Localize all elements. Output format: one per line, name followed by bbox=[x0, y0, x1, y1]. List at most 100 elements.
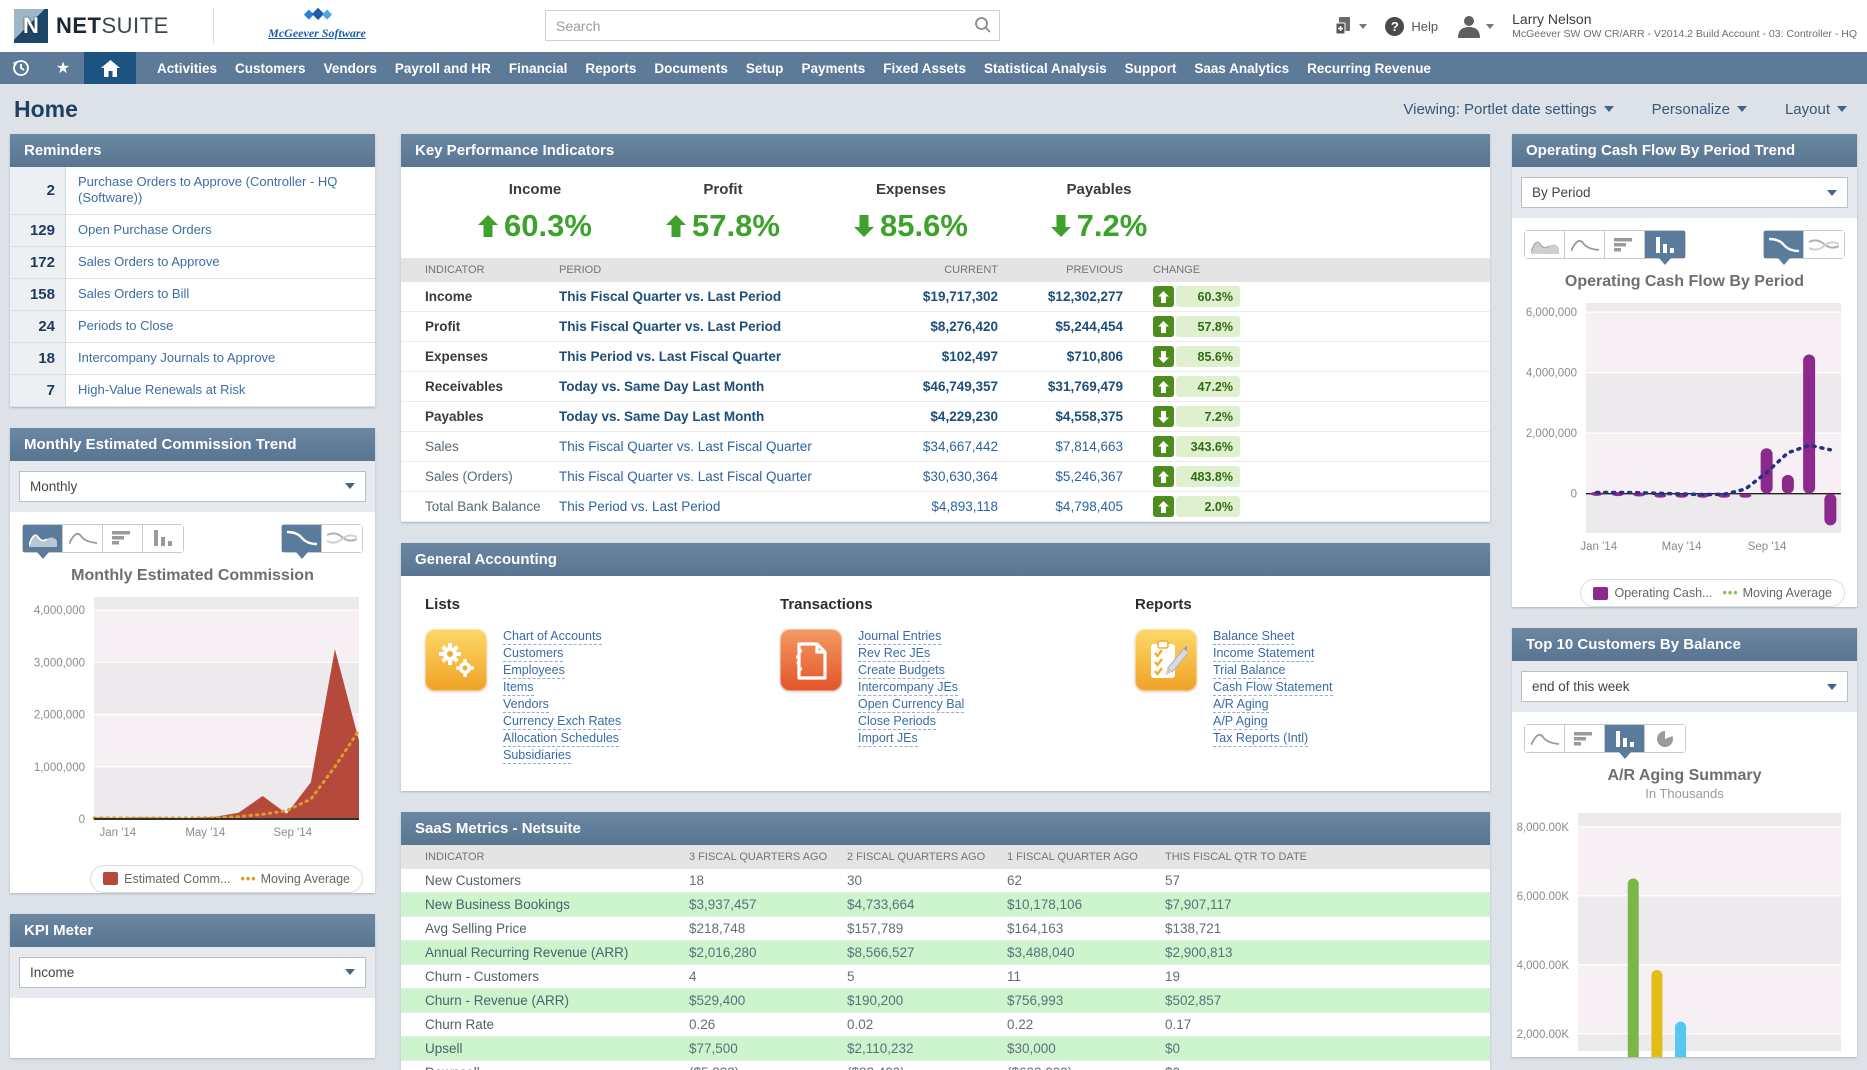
link-income-statement[interactable]: Income Statement bbox=[1213, 646, 1314, 662]
create-new-icon[interactable] bbox=[1333, 15, 1367, 37]
kpi-period[interactable]: This Period vs. Last Period bbox=[551, 492, 871, 522]
compare-view-icon[interactable] bbox=[1804, 231, 1844, 258]
kpi-meter-title[interactable]: KPI Meter bbox=[10, 914, 375, 947]
layout-menu[interactable]: Layout bbox=[1785, 101, 1847, 118]
horizontal-bar-chart-icon[interactable] bbox=[1605, 231, 1645, 258]
cash-flow-range-select[interactable]: By Period bbox=[1521, 177, 1848, 208]
link-customers[interactable]: Customers bbox=[503, 646, 563, 662]
netsuite-logo[interactable]: N NETSUITE bbox=[14, 9, 169, 43]
link-close-periods[interactable]: Close Periods bbox=[858, 714, 936, 730]
reminder-row[interactable]: 2Purchase Orders to Approve (Controller … bbox=[10, 167, 375, 215]
help-button[interactable]: ? Help bbox=[1385, 17, 1438, 36]
kpi-period[interactable]: This Fiscal Quarter vs. Last Period bbox=[551, 282, 871, 312]
vertical-bar-chart-icon[interactable] bbox=[1645, 231, 1685, 258]
reminder-label[interactable]: Sales Orders to Approve bbox=[66, 247, 375, 278]
compare-view-icon[interactable] bbox=[322, 525, 362, 552]
link-items[interactable]: Items bbox=[503, 680, 534, 696]
nav-item-statistical-analysis[interactable]: Statistical Analysis bbox=[975, 52, 1116, 84]
link-cash-flow-statement[interactable]: Cash Flow Statement bbox=[1213, 680, 1333, 696]
cash-flow-trend-title[interactable]: Operating Cash Flow By Period Trend bbox=[1512, 134, 1857, 167]
reminder-row[interactable]: 158Sales Orders to Bill bbox=[10, 279, 375, 311]
home-tab[interactable] bbox=[84, 52, 136, 84]
kpi-period[interactable]: This Fiscal Quarter vs. Last Fiscal Quar… bbox=[551, 432, 871, 462]
reminder-label[interactable]: Open Purchase Orders bbox=[66, 215, 375, 246]
kpi-period[interactable]: Today vs. Same Day Last Month bbox=[551, 372, 871, 402]
nav-item-vendors[interactable]: Vendors bbox=[315, 52, 386, 84]
nav-item-payments[interactable]: Payments bbox=[792, 52, 874, 84]
horizontal-bar-chart-icon[interactable] bbox=[1565, 725, 1605, 752]
link-trial-balance[interactable]: Trial Balance bbox=[1213, 663, 1286, 679]
kpi-period[interactable]: Today vs. Same Day Last Month bbox=[551, 402, 871, 432]
reminder-label[interactable]: Periods to Close bbox=[66, 311, 375, 342]
link-employees[interactable]: Employees bbox=[503, 663, 565, 679]
kpi-period[interactable]: This Period vs. Last Fiscal Quarter bbox=[551, 342, 871, 372]
reminder-row[interactable]: 7High-Value Renewals at Risk bbox=[10, 375, 375, 407]
reminder-label[interactable]: Intercompany Journals to Approve bbox=[66, 343, 375, 374]
area-chart-icon[interactable] bbox=[23, 525, 63, 552]
horizontal-bar-chart-icon[interactable] bbox=[103, 525, 143, 552]
nav-item-fixed-assets[interactable]: Fixed Assets bbox=[874, 52, 975, 84]
reminder-label[interactable]: Purchase Orders to Approve (Controller -… bbox=[66, 167, 375, 214]
link-allocation-schedules[interactable]: Allocation Schedules bbox=[503, 731, 619, 747]
vertical-bar-chart-icon[interactable] bbox=[143, 525, 183, 552]
line-chart-icon[interactable] bbox=[63, 525, 103, 552]
nav-item-setup[interactable]: Setup bbox=[737, 52, 793, 84]
general-accounting-title[interactable]: General Accounting bbox=[401, 543, 1490, 576]
commission-range-select[interactable]: Monthly bbox=[19, 471, 366, 502]
shortcuts-star-icon[interactable]: ★ bbox=[42, 52, 84, 84]
link-balance-sheet[interactable]: Balance Sheet bbox=[1213, 629, 1294, 645]
kpi-period[interactable]: This Fiscal Quarter vs. Last Fiscal Quar… bbox=[551, 462, 871, 492]
link-chart-of-accounts[interactable]: Chart of Accounts bbox=[503, 629, 602, 645]
user-name[interactable]: Larry Nelson bbox=[1512, 11, 1857, 29]
nav-item-financial[interactable]: Financial bbox=[500, 52, 577, 84]
reminder-label[interactable]: High-Value Renewals at Risk bbox=[66, 375, 375, 406]
link-journal-entries[interactable]: Journal Entries bbox=[858, 629, 941, 645]
company-logo[interactable]: ◆◆◆ McGeever Software bbox=[232, 4, 402, 41]
nav-item-activities[interactable]: Activities bbox=[148, 52, 226, 84]
reminders-title[interactable]: Reminders bbox=[10, 134, 375, 167]
reminder-row[interactable]: 172Sales Orders to Approve bbox=[10, 247, 375, 279]
trend-view-icon[interactable] bbox=[1764, 231, 1804, 258]
nav-item-recurring-revenue[interactable]: Recurring Revenue bbox=[1298, 52, 1440, 84]
user-menu[interactable] bbox=[1456, 13, 1494, 39]
link-a-p-aging[interactable]: A/P Aging bbox=[1213, 714, 1268, 730]
pie-chart-icon[interactable] bbox=[1645, 725, 1685, 752]
kpi-period[interactable]: This Fiscal Quarter vs. Last Period bbox=[551, 312, 871, 342]
link-tax-reports-intl-[interactable]: Tax Reports (Intl) bbox=[1213, 731, 1308, 747]
link-a-r-aging[interactable]: A/R Aging bbox=[1213, 697, 1269, 713]
link-intercompany-jes[interactable]: Intercompany JEs bbox=[858, 680, 958, 696]
link-import-jes[interactable]: Import JEs bbox=[858, 731, 918, 747]
nav-item-customers[interactable]: Customers bbox=[226, 52, 315, 84]
trend-view-icon[interactable] bbox=[282, 525, 322, 552]
search-icon[interactable] bbox=[974, 16, 992, 39]
link-subsidiaries[interactable]: Subsidiaries bbox=[503, 748, 571, 764]
link-create-budgets[interactable]: Create Budgets bbox=[858, 663, 945, 679]
area-chart-icon[interactable] bbox=[1525, 231, 1565, 258]
nav-item-saas-analytics[interactable]: Saas Analytics bbox=[1185, 52, 1298, 84]
nav-item-documents[interactable]: Documents bbox=[645, 52, 737, 84]
line-chart-icon[interactable] bbox=[1565, 231, 1605, 258]
reminder-label[interactable]: Sales Orders to Bill bbox=[66, 279, 375, 310]
reminder-row[interactable]: 129Open Purchase Orders bbox=[10, 215, 375, 247]
recent-records-icon[interactable] bbox=[0, 52, 42, 84]
nav-item-payroll-and-hr[interactable]: Payroll and HR bbox=[386, 52, 500, 84]
nav-item-support[interactable]: Support bbox=[1116, 52, 1186, 84]
personalize-menu[interactable]: Personalize bbox=[1652, 101, 1747, 118]
reminder-row[interactable]: 24Periods to Close bbox=[10, 311, 375, 343]
search-input[interactable] bbox=[545, 10, 1000, 41]
top-customers-range-select[interactable]: end of this week bbox=[1521, 671, 1848, 702]
viewing-portlet-date-settings[interactable]: Viewing: Portlet date settings bbox=[1403, 101, 1613, 118]
link-open-currency-bal[interactable]: Open Currency Bal bbox=[858, 697, 964, 713]
reminder-row[interactable]: 18Intercompany Journals to Approve bbox=[10, 343, 375, 375]
line-chart-icon[interactable] bbox=[1525, 725, 1565, 752]
vertical-bar-chart-icon[interactable] bbox=[1605, 725, 1645, 752]
link-vendors[interactable]: Vendors bbox=[503, 697, 549, 713]
nav-item-reports[interactable]: Reports bbox=[576, 52, 645, 84]
top-customers-title[interactable]: Top 10 Customers By Balance bbox=[1512, 628, 1857, 661]
kpi-meter-select[interactable]: Income bbox=[19, 957, 366, 988]
commission-trend-title[interactable]: Monthly Estimated Commission Trend bbox=[10, 428, 375, 461]
saas-metrics-title[interactable]: SaaS Metrics - Netsuite bbox=[401, 812, 1490, 845]
link-rev-rec-jes[interactable]: Rev Rec JEs bbox=[858, 646, 930, 662]
kpi-title[interactable]: Key Performance Indicators bbox=[401, 134, 1490, 167]
link-currency-exch-rates[interactable]: Currency Exch Rates bbox=[503, 714, 621, 730]
